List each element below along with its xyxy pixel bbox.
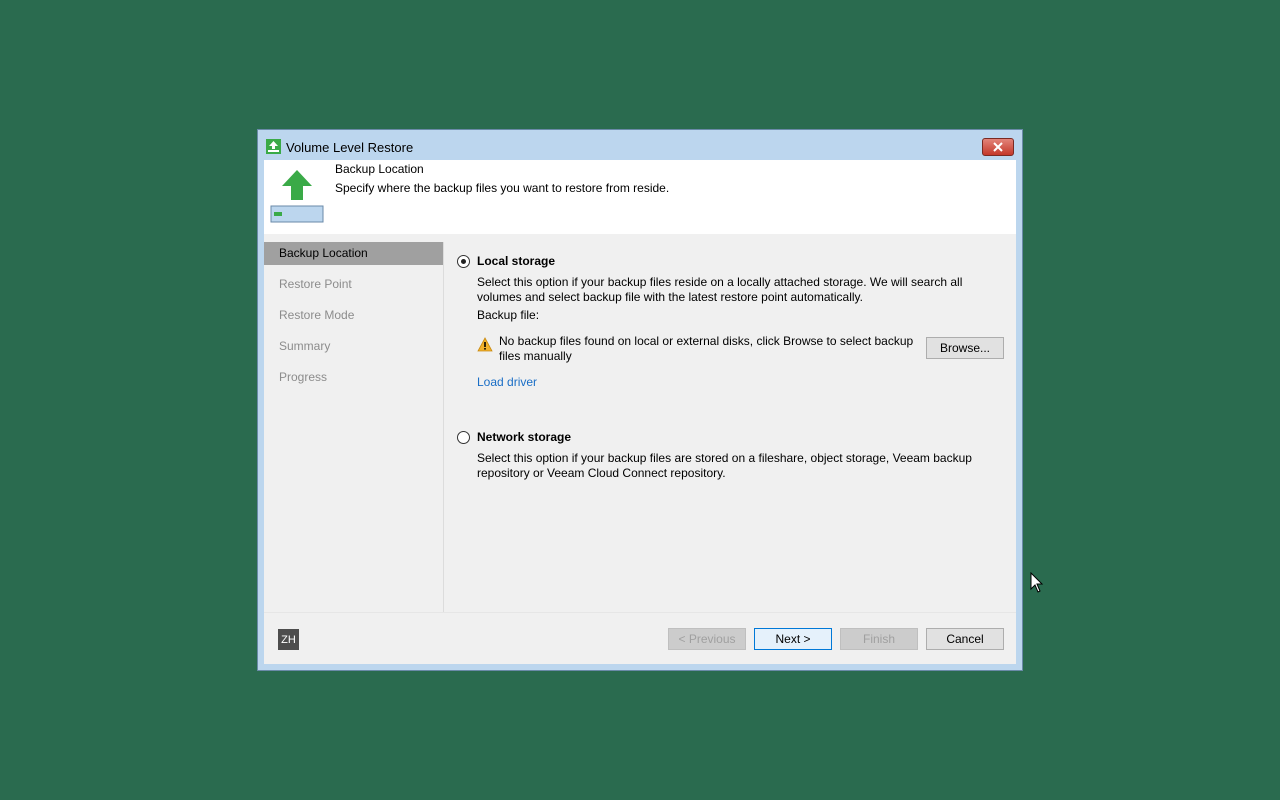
local-storage-label[interactable]: Local storage (477, 254, 555, 268)
wizard-body: Backup Location Specify where the backup… (264, 160, 1016, 664)
browse-button[interactable]: Browse... (926, 337, 1004, 359)
step-restore-mode: Restore Mode (279, 308, 355, 322)
step-content: Local storage Select this option if your… (444, 234, 1016, 612)
title-bar[interactable]: Volume Level Restore (258, 130, 1022, 160)
load-driver-link[interactable]: Load driver (477, 375, 537, 389)
volume-restore-window: Volume Level Restore Backup Location Spe… (257, 129, 1023, 671)
previous-button[interactable]: < Previous (668, 628, 746, 650)
no-backup-warning: No backup files found on local or extern… (477, 334, 914, 364)
step-progress: Progress (279, 370, 328, 384)
network-storage-option[interactable]: Network storage (457, 430, 571, 444)
backup-file-label: Backup file: (477, 308, 540, 322)
network-storage-radio[interactable] (457, 430, 470, 444)
close-icon (993, 142, 1003, 152)
local-storage-description: Select this option if your backup files … (477, 275, 963, 304)
network-storage-label[interactable]: Network storage (477, 430, 571, 444)
restore-app-icon (266, 139, 281, 154)
cancel-button[interactable]: Cancel (926, 628, 1004, 650)
local-storage-option[interactable]: Local storage (457, 254, 555, 268)
step-summary: Summary (279, 339, 331, 353)
wizard-header: Backup Location Specify where the backup… (264, 160, 1016, 234)
language-indicator[interactable]: ZH (278, 629, 299, 650)
mouse-cursor-icon (1030, 572, 1044, 593)
window-title: Volume Level Restore (286, 140, 414, 155)
warning-text: No backup files found on local or extern… (499, 334, 914, 363)
finish-button[interactable]: Finish (840, 628, 918, 650)
upload-arrow-icon (270, 170, 324, 223)
header-subtitle: Specify where the backup files you want … (335, 181, 670, 195)
wizard-steps-nav: Backup Location Restore Point Restore Mo… (264, 242, 444, 612)
step-backup-location[interactable]: Backup Location (264, 242, 443, 265)
footer-divider (264, 612, 1016, 613)
network-storage-description: Select this option if your backup files … (477, 451, 972, 480)
warning-icon (477, 337, 493, 352)
header-title: Backup Location (335, 162, 424, 176)
local-storage-radio[interactable] (457, 254, 470, 268)
step-restore-point: Restore Point (279, 277, 352, 291)
next-button[interactable]: Next > (754, 628, 832, 650)
close-button[interactable] (982, 138, 1014, 156)
